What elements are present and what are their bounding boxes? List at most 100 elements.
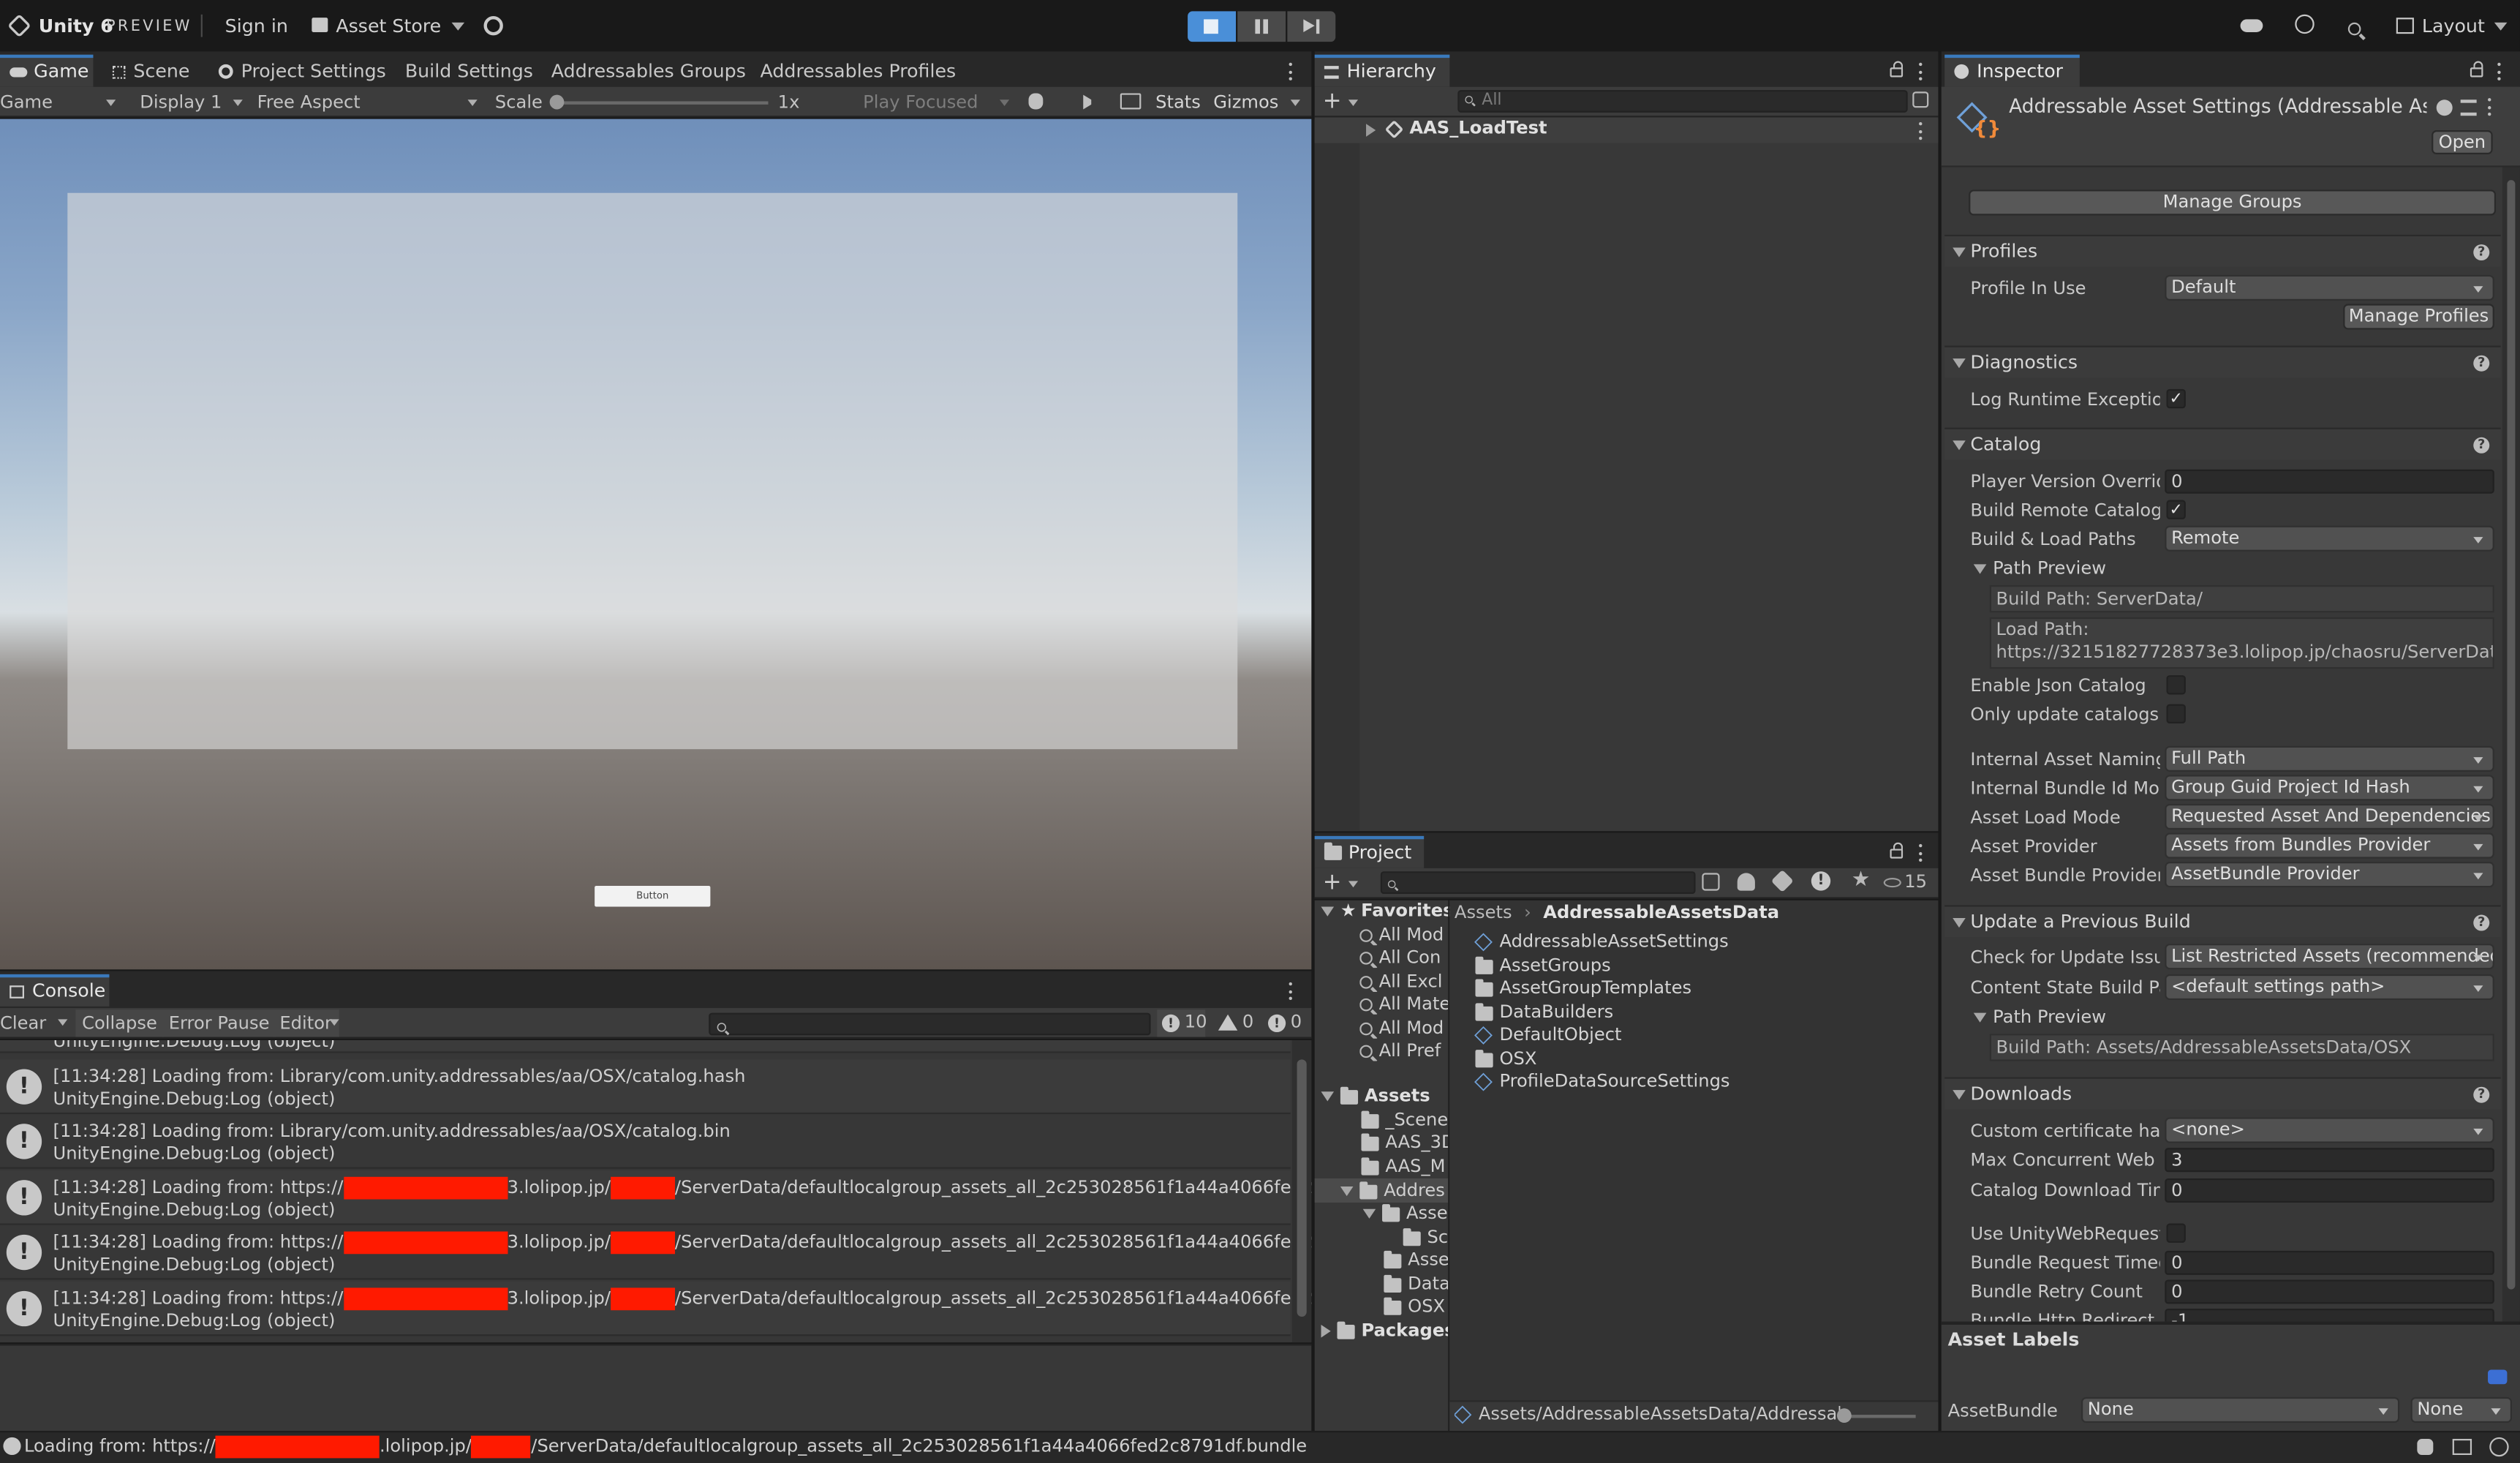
diagnostics-section-header[interactable]: Diagnostics? (1944, 345, 2501, 378)
status-message[interactable]: Loading from: https:// .lolipop.jp/ /Serve… (24, 1435, 1307, 1459)
clear-caret-icon[interactable] (58, 1019, 68, 1026)
help-icon[interactable] (2436, 99, 2453, 116)
favorites-section[interactable]: ★ Favorites (1321, 900, 1454, 921)
cloud-icon[interactable] (2240, 19, 2263, 32)
tab-build-settings[interactable]: Build Settings (396, 55, 543, 87)
favorite-item[interactable]: All Mate (1359, 993, 1448, 1015)
pause-button[interactable] (1237, 11, 1286, 42)
bundle-timeout-input[interactable]: 0 (2165, 1250, 2494, 1275)
search-by-type-icon[interactable] (1912, 91, 1929, 108)
clear-button[interactable]: Clear (0, 1009, 46, 1037)
project-file[interactable]: OSX (1475, 1048, 1536, 1069)
expand-arrow-icon[interactable] (1321, 1324, 1331, 1338)
console-search-input[interactable] (709, 1012, 1151, 1036)
editor-dropdown[interactable]: Editor (273, 1009, 339, 1037)
tab-inspector[interactable]: Inspector (1944, 54, 2080, 87)
display-dropdown[interactable]: Display 1 (140, 89, 222, 116)
log-entry[interactable]: ! [11:34:28] Loading from: https:// 3.lol… (0, 1281, 1311, 1336)
favorite-item[interactable]: All Pref (1359, 1040, 1448, 1061)
console-more-icon[interactable] (1289, 982, 1294, 1001)
tree-folder[interactable]: Asse (1384, 1249, 1448, 1270)
tab-addressables-groups[interactable]: Addressables Groups (542, 55, 755, 87)
tree-folder[interactable]: Asse (1362, 1203, 1448, 1224)
stats-button[interactable]: Stats (1155, 89, 1201, 116)
internal-naming-dropdown[interactable]: Full Path (2165, 745, 2494, 772)
expand-arrow-icon[interactable] (1340, 1186, 1354, 1197)
update-build-section-header[interactable]: Update a Previous Build? (1944, 905, 2501, 938)
more-options-icon[interactable] (1289, 62, 1294, 80)
tree-folder[interactable]: _Scene (1361, 1109, 1448, 1130)
log-entry[interactable]: ! [11:34:28] Loading from: Library/com.u… (0, 1059, 1291, 1115)
favorite-item[interactable]: All Mod (1359, 925, 1448, 945)
downloads-section-header[interactable]: Downloads? (1944, 1077, 2501, 1110)
breadcrumb-root[interactable]: Assets (1455, 902, 1512, 923)
load-mode-dropdown[interactable]: Requested Asset And Dependencies (2165, 803, 2494, 830)
label-tag-icon[interactable] (2488, 1369, 2508, 1385)
sign-in-button[interactable]: Sign in (225, 15, 288, 37)
hierarchy-search-input[interactable]: All (1457, 90, 1908, 113)
project-file[interactable]: AddressableAssetSettings (1474, 931, 1729, 952)
project-file[interactable]: AssetGroupTemplates (1475, 977, 1691, 998)
scale-slider-thumb[interactable] (549, 94, 565, 110)
help-icon[interactable]: ? (2473, 244, 2490, 261)
tree-folder[interactable]: AAS_3D (1361, 1132, 1448, 1153)
console-log-list[interactable]: UnityEngine.Debug:Log (object) ! [11:34:… (0, 1039, 1312, 1343)
player-version-input[interactable]: 0 (2165, 469, 2494, 494)
catalog-section-header[interactable]: Catalog? (1944, 427, 2501, 460)
favorite-item[interactable]: All Mod (1359, 1018, 1448, 1039)
icon-size-slider-thumb[interactable] (1836, 1408, 1852, 1423)
project-add-button[interactable]: + (1323, 870, 1342, 895)
packages-section[interactable]: Packages (1321, 1320, 1448, 1341)
redirect-limit-input[interactable]: -1 (2165, 1309, 2494, 1322)
manage-groups-button[interactable]: Manage Groups (1969, 189, 2497, 216)
gizmos-button[interactable]: Gizmos (1213, 89, 1278, 116)
tree-folder-selected[interactable]: Addres (1340, 1180, 1448, 1201)
inspector-scrollbar[interactable] (2502, 167, 2520, 1322)
component-more-icon[interactable] (2488, 98, 2493, 116)
catalog-timeout-input[interactable]: 0 (2165, 1178, 2494, 1203)
tab-hierarchy[interactable]: Hierarchy (1314, 54, 1450, 87)
project-file[interactable]: ProfileDataSourceSettings (1474, 1071, 1730, 1091)
help-icon[interactable]: ? (2473, 1086, 2490, 1103)
update-path-preview-foldout[interactable]: Path Preview (1973, 1007, 2106, 1027)
expand-arrow-icon[interactable] (1362, 1208, 1376, 1219)
error-filter-toggle[interactable]: ! 0 (1263, 1009, 1308, 1037)
enable-json-checkbox[interactable] (2166, 675, 2186, 695)
game-ui-button[interactable]: Button (595, 885, 711, 907)
build-remote-checkbox[interactable]: ✓ (2166, 500, 2186, 519)
log-entry[interactable]: ! [11:34:28] Loading from: Library/com.u… (0, 1114, 1291, 1169)
asset-provider-dropdown[interactable]: Assets from Bundles Provider (2165, 832, 2494, 859)
asset-store-button[interactable]: Asset Store (336, 15, 464, 37)
use-uwr-checkbox[interactable] (2166, 1223, 2186, 1243)
log-runtime-checkbox[interactable]: ✓ (2166, 388, 2186, 409)
expand-arrow-icon[interactable] (1366, 124, 1376, 137)
audio-icon[interactable] (1083, 94, 1099, 110)
open-button[interactable]: Open (2432, 130, 2493, 154)
scene-more-icon[interactable] (1919, 122, 1924, 140)
expand-arrow-icon[interactable] (1321, 1091, 1335, 1102)
project-search-input[interactable] (1380, 871, 1696, 894)
breadcrumb-current[interactable]: AddressableAssetsData (1543, 902, 1779, 923)
step-button[interactable] (1287, 11, 1336, 42)
tab-project[interactable]: Project (1314, 835, 1425, 868)
scale-slider-track[interactable] (553, 101, 769, 105)
help-icon[interactable]: ? (2473, 355, 2490, 372)
bundle-id-dropdown[interactable]: Group Guid Project Id Hash (2165, 775, 2494, 801)
expand-arrow-icon[interactable] (1321, 906, 1335, 917)
help-icon[interactable]: ? (2473, 914, 2490, 931)
layout-dropdown[interactable]: Layout (2422, 15, 2508, 37)
hidden-packages-toggle[interactable]: 15 (1883, 870, 1927, 895)
inspector-more-icon[interactable] (2497, 62, 2502, 80)
hierarchy-more-icon[interactable] (1919, 62, 1924, 80)
game-mode-dropdown[interactable]: Game (0, 89, 122, 116)
project-lock-icon[interactable] (1890, 842, 1904, 859)
hierarchy-lock-icon[interactable] (1890, 61, 1904, 78)
tree-folder[interactable]: AAS_M (1361, 1156, 1448, 1177)
bundle-provider-dropdown[interactable]: AssetBundle Provider (2165, 862, 2494, 888)
tab-console[interactable]: Console (0, 974, 110, 1007)
inspector-scrollbar-thumb[interactable] (2507, 180, 2516, 1290)
search-by-type-icon[interactable] (1702, 873, 1720, 891)
project-more-icon[interactable] (1919, 843, 1924, 862)
retry-count-input[interactable]: 0 (2165, 1279, 2494, 1304)
content-state-dropdown[interactable]: <default settings path> (2165, 974, 2494, 1001)
